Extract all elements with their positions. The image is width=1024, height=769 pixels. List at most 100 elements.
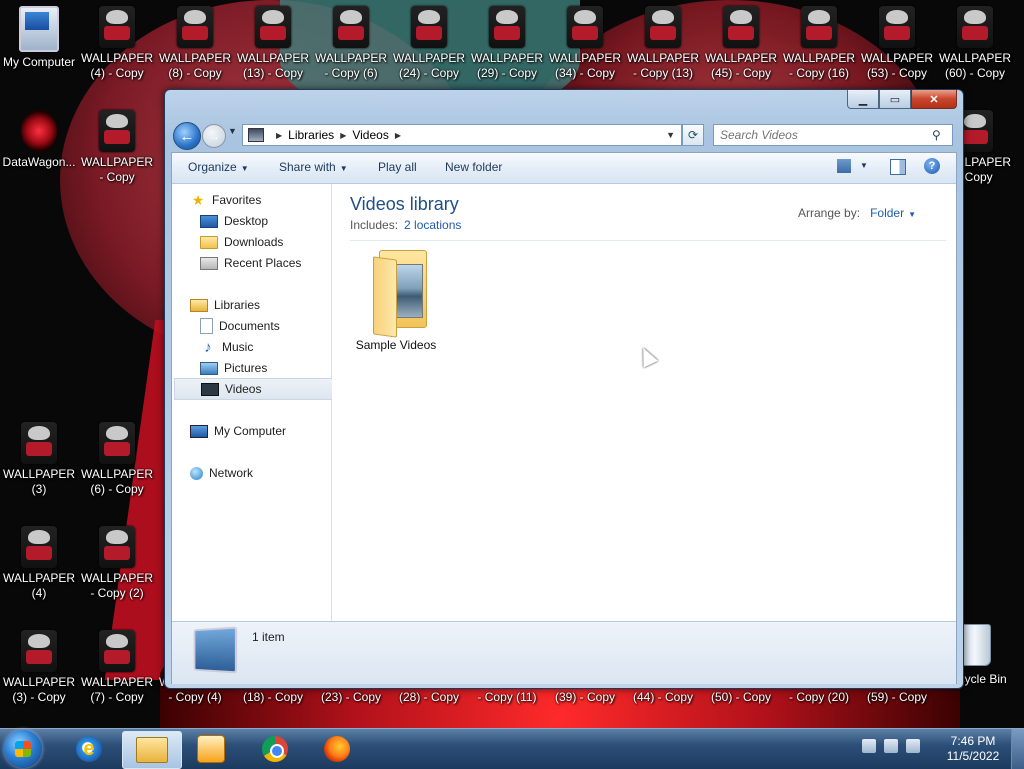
change-view-icon[interactable] xyxy=(837,159,851,173)
wallpaper-image-icon xyxy=(99,110,135,152)
breadcrumb-libraries[interactable]: Libraries xyxy=(288,128,334,142)
minimize-button[interactable]: ▁ xyxy=(847,90,879,109)
desktop-icon-item[interactable]: WALLPAPER (3) - Copy xyxy=(0,624,78,705)
breadcrumb-videos[interactable]: Videos xyxy=(352,128,388,142)
desktop-icon-item[interactable]: WALLPAPER (13) - Copy xyxy=(234,0,312,81)
play-all-button[interactable]: Play all xyxy=(378,160,417,174)
folder-item[interactable]: Sample Videos xyxy=(350,248,442,352)
new-folder-button[interactable]: New folder xyxy=(445,160,502,174)
explorer-window[interactable]: ▁ ▭ ✕ ← → ▼ ▶ Libraries ▶ Videos ▶ ▼ ⟳ ⚲… xyxy=(164,89,964,689)
back-button[interactable]: ← xyxy=(173,122,201,150)
navigation-bar: ← → ▼ ▶ Libraries ▶ Videos ▶ ▼ ⟳ ⚲ xyxy=(173,122,955,150)
action-center-icon[interactable] xyxy=(862,739,876,753)
view-options-dropdown[interactable]: ▼ xyxy=(860,161,868,170)
preview-pane-icon[interactable] xyxy=(890,159,906,175)
folder-label: Sample Videos xyxy=(355,338,437,352)
taskbar: e 7:46 PM 11/5/2022 xyxy=(0,728,1024,769)
desktop-icon-item[interactable]: WALLPAPER (53) - Copy xyxy=(858,0,936,81)
chevron-down-icon[interactable]: ▼ xyxy=(908,210,916,219)
clock[interactable]: 7:46 PM 11/5/2022 xyxy=(940,734,1006,764)
search-icon[interactable]: ⚲ xyxy=(932,128,941,142)
divider xyxy=(350,240,946,241)
nav-recent-places[interactable]: Recent Places xyxy=(172,253,358,273)
wallpaper-image-icon xyxy=(99,422,135,464)
nav-label: Network xyxy=(209,466,254,480)
desktop-icon-item[interactable]: WALLPAPER (4) xyxy=(0,520,78,601)
search-input[interactable] xyxy=(714,127,932,143)
address-dropdown-icon[interactable]: ▼ xyxy=(666,130,675,140)
nav-label: Downloads xyxy=(224,235,284,249)
desktop-icon-item[interactable]: WALLPAPER - Copy xyxy=(78,104,156,185)
taskbar-media-player[interactable] xyxy=(182,731,240,767)
organize-button[interactable]: Organize ▼ xyxy=(188,160,249,174)
recent-pages-dropdown[interactable]: ▼ xyxy=(228,126,237,136)
nav-music[interactable]: ♪ Music xyxy=(172,337,358,357)
nav-label: My Computer xyxy=(214,424,287,438)
chevron-down-icon: ▼ xyxy=(240,164,249,173)
desktop-icon-item[interactable]: WALLPAPER (29) - Copy xyxy=(468,0,546,81)
desktop-icon-label: WALLPAPER (3) xyxy=(2,467,76,496)
desktop-icon-label: WALLPAPER - Copy (2) xyxy=(80,571,154,600)
nav-videos[interactable]: Videos xyxy=(174,378,356,400)
chevron-right-icon[interactable]: ▶ xyxy=(340,131,346,140)
nav-pictures[interactable]: Pictures xyxy=(172,358,358,378)
locations-link[interactable]: 2 locations xyxy=(404,218,461,232)
desktop-icon-item[interactable]: WALLPAPER (45) - Copy xyxy=(702,0,780,81)
clock-time: 7:46 PM xyxy=(950,734,996,748)
close-button[interactable]: ✕ xyxy=(911,90,957,109)
desktop-icon-item[interactable]: WALLPAPER (4) - Copy xyxy=(78,0,156,81)
chevron-right-icon[interactable]: ▶ xyxy=(395,131,401,140)
desktop-icon-item[interactable]: WALLPAPER - Copy (6) xyxy=(312,0,390,81)
taskbar-chrome[interactable] xyxy=(246,731,304,767)
nav-downloads[interactable]: Downloads xyxy=(172,232,358,252)
desktop-icon-item[interactable]: My Computer xyxy=(0,0,78,70)
desktop-icon-item[interactable]: WALLPAPER - Copy (13) xyxy=(624,0,702,81)
navigation-pane: ★ Favorites Desktop Downloads Recent Plac… xyxy=(172,184,356,621)
desktop-icon-item[interactable]: WALLPAPER - Copy (2) xyxy=(78,520,156,601)
desktop-icon-label: WALLPAPER (3) - Copy xyxy=(2,675,76,704)
refresh-button[interactable]: ⟳ xyxy=(682,124,704,146)
taskbar-firefox[interactable] xyxy=(308,731,366,767)
search-box[interactable]: ⚲ xyxy=(713,124,953,146)
folder-icon xyxy=(200,235,218,249)
nav-favorites[interactable]: ★ Favorites xyxy=(172,190,348,210)
volume-icon[interactable] xyxy=(906,739,920,753)
desktop-icon-item[interactable]: WALLPAPER (60) - Copy xyxy=(936,0,1014,81)
show-desktop-button[interactable] xyxy=(1011,729,1024,769)
wallpaper-image-icon xyxy=(567,6,603,48)
taskbar-windows-explorer[interactable] xyxy=(122,731,182,769)
desktop-icon-label: WALLPAPER (6) - Copy xyxy=(80,467,154,496)
forward-button[interactable]: → xyxy=(202,124,226,148)
nav-label: Pictures xyxy=(224,361,268,375)
help-icon[interactable]: ? xyxy=(924,158,940,174)
network-status-icon[interactable] xyxy=(884,739,898,753)
desktop-icon-item[interactable]: WALLPAPER (3) xyxy=(0,416,78,497)
wallpaper-image-icon xyxy=(801,6,837,48)
nav-desktop[interactable]: Desktop xyxy=(172,211,358,231)
arrange-by-dropdown[interactable]: Folder xyxy=(870,206,904,220)
nav-documents[interactable]: Documents xyxy=(172,316,358,336)
desktop-icon-item[interactable]: WALLPAPER (6) - Copy xyxy=(78,416,156,497)
shortcut-icon xyxy=(21,110,57,152)
desktop-icon-item[interactable]: WALLPAPER (34) - Copy xyxy=(546,0,624,81)
nav-network[interactable]: Network xyxy=(172,463,348,483)
share-with-button[interactable]: Share with ▼ xyxy=(279,160,348,174)
desktop-icon-label: WALLPAPER - Copy xyxy=(80,155,154,184)
address-bar[interactable]: ▶ Libraries ▶ Videos ▶ ▼ xyxy=(242,124,682,146)
desktop-icon-item[interactable]: DataWagon... xyxy=(0,104,78,170)
taskbar-internet-explorer[interactable]: e xyxy=(60,731,118,767)
wallpaper-image-icon xyxy=(645,6,681,48)
desktop-icon-item[interactable]: WALLPAPER (7) - Copy xyxy=(78,624,156,705)
start-button[interactable] xyxy=(4,730,42,768)
nav-my-computer[interactable]: My Computer xyxy=(172,421,348,441)
desktop-icon-item[interactable]: WALLPAPER (8) - Copy xyxy=(156,0,234,81)
desktop-icon-item[interactable]: WALLPAPER - Copy (16) xyxy=(780,0,858,81)
wallpaper-image-icon xyxy=(21,526,57,568)
computer-icon xyxy=(19,6,59,52)
desktop-icon-item[interactable]: WALLPAPER (24) - Copy xyxy=(390,0,468,81)
nav-libraries[interactable]: Libraries xyxy=(172,295,348,315)
maximize-button[interactable]: ▭ xyxy=(879,90,911,109)
desktop-icon-label: WALLPAPER (60) - Copy xyxy=(938,51,1012,80)
chevron-right-icon[interactable]: ▶ xyxy=(276,131,282,140)
wallpaper-image-icon xyxy=(957,6,993,48)
